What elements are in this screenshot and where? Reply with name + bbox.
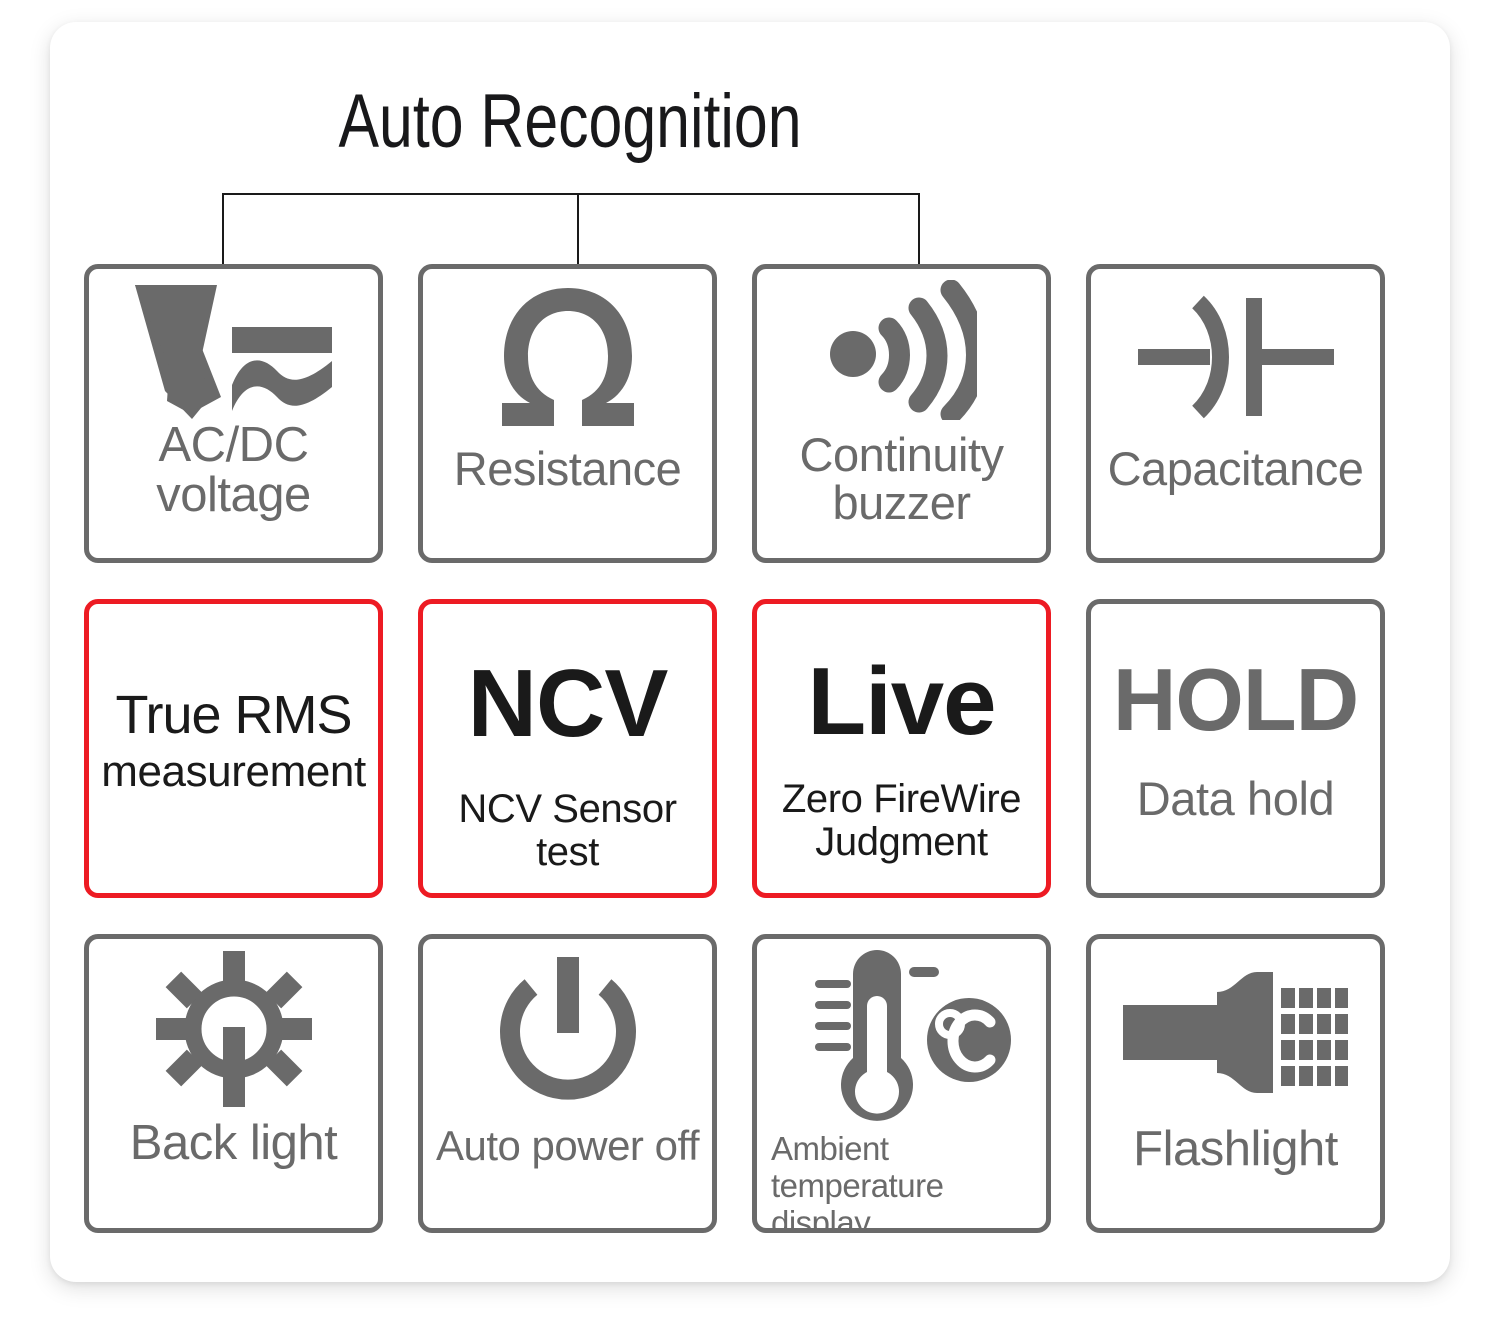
card-label-wrap: Resistance <box>423 445 712 558</box>
card-headline: NCV <box>467 650 669 757</box>
card-continuity-buzzer[interactable]: Continuity buzzer <box>752 264 1051 563</box>
capacitor-icon <box>1091 269 1380 445</box>
card-flashlight[interactable]: Flashlight <box>1086 934 1385 1233</box>
sound-waves-icon <box>757 269 1046 431</box>
card-subtext: Data hold <box>1136 772 1335 825</box>
card-label: AC/DC voltage <box>156 418 311 522</box>
thermometer-celsius-icon <box>757 939 1046 1131</box>
card-capacitance[interactable]: Capacitance <box>1086 264 1385 563</box>
card-headline: HOLD <box>1112 650 1359 749</box>
card-label-wrap: Auto power off <box>423 1122 712 1228</box>
card-label-wrap: Capacitance <box>1091 445 1380 558</box>
card-label: Auto power off <box>435 1122 700 1169</box>
v-acdc-symbol-icon <box>89 269 378 421</box>
omega-resistance-icon <box>423 269 712 445</box>
card-label-wrap: Flashlight <box>1091 1122 1380 1228</box>
card-auto-power-off[interactable]: Auto power off <box>418 934 717 1233</box>
card-label: Continuity buzzer <box>799 428 1005 529</box>
card-label: Capacitance <box>1107 442 1364 495</box>
feature-overview-graphic: Auto Recognition AC/DC voltage Resistanc… <box>0 0 1500 1328</box>
card-subtext: Zero FireWire Judgment <box>781 777 1022 865</box>
card-label: Back light <box>129 1116 338 1170</box>
card-true-rms[interactable]: True RMS measurement <box>84 599 383 898</box>
card-live[interactable]: Live Zero FireWire Judgment <box>752 599 1051 898</box>
card-ambient-temperature[interactable]: Ambient temperature display <box>752 934 1051 1233</box>
card-label-wrap: AC/DC voltage <box>89 418 378 558</box>
flashlight-icon <box>1091 939 1380 1125</box>
card-resistance[interactable]: Resistance <box>418 264 717 563</box>
card-ac-dc-voltage[interactable]: AC/DC voltage <box>84 264 383 563</box>
card-subtext: NCV Sensor test <box>458 787 677 875</box>
brightness-sun-icon <box>89 939 378 1119</box>
feature-card-grid: AC/DC voltage Resistance Continuity buzz… <box>84 264 1385 1233</box>
power-icon <box>423 939 712 1125</box>
card-ncv[interactable]: NCV NCV Sensor test <box>418 599 717 898</box>
card-headline: True RMS <box>115 685 352 745</box>
card-label-wrap: Continuity buzzer <box>757 431 1046 558</box>
card-label-wrap: Back light <box>89 1116 378 1228</box>
card-label-wrap: Ambient temperature display <box>757 1130 1046 1233</box>
card-label: Ambient temperature display <box>771 1130 944 1233</box>
card-headline: Live <box>807 648 996 755</box>
card-label: Flashlight <box>1133 1122 1338 1176</box>
card-subtext: measurement <box>101 747 366 796</box>
card-hold[interactable]: HOLD Data hold <box>1086 599 1385 898</box>
card-label: Resistance <box>453 442 682 495</box>
card-back-light[interactable]: Back light <box>84 934 383 1233</box>
